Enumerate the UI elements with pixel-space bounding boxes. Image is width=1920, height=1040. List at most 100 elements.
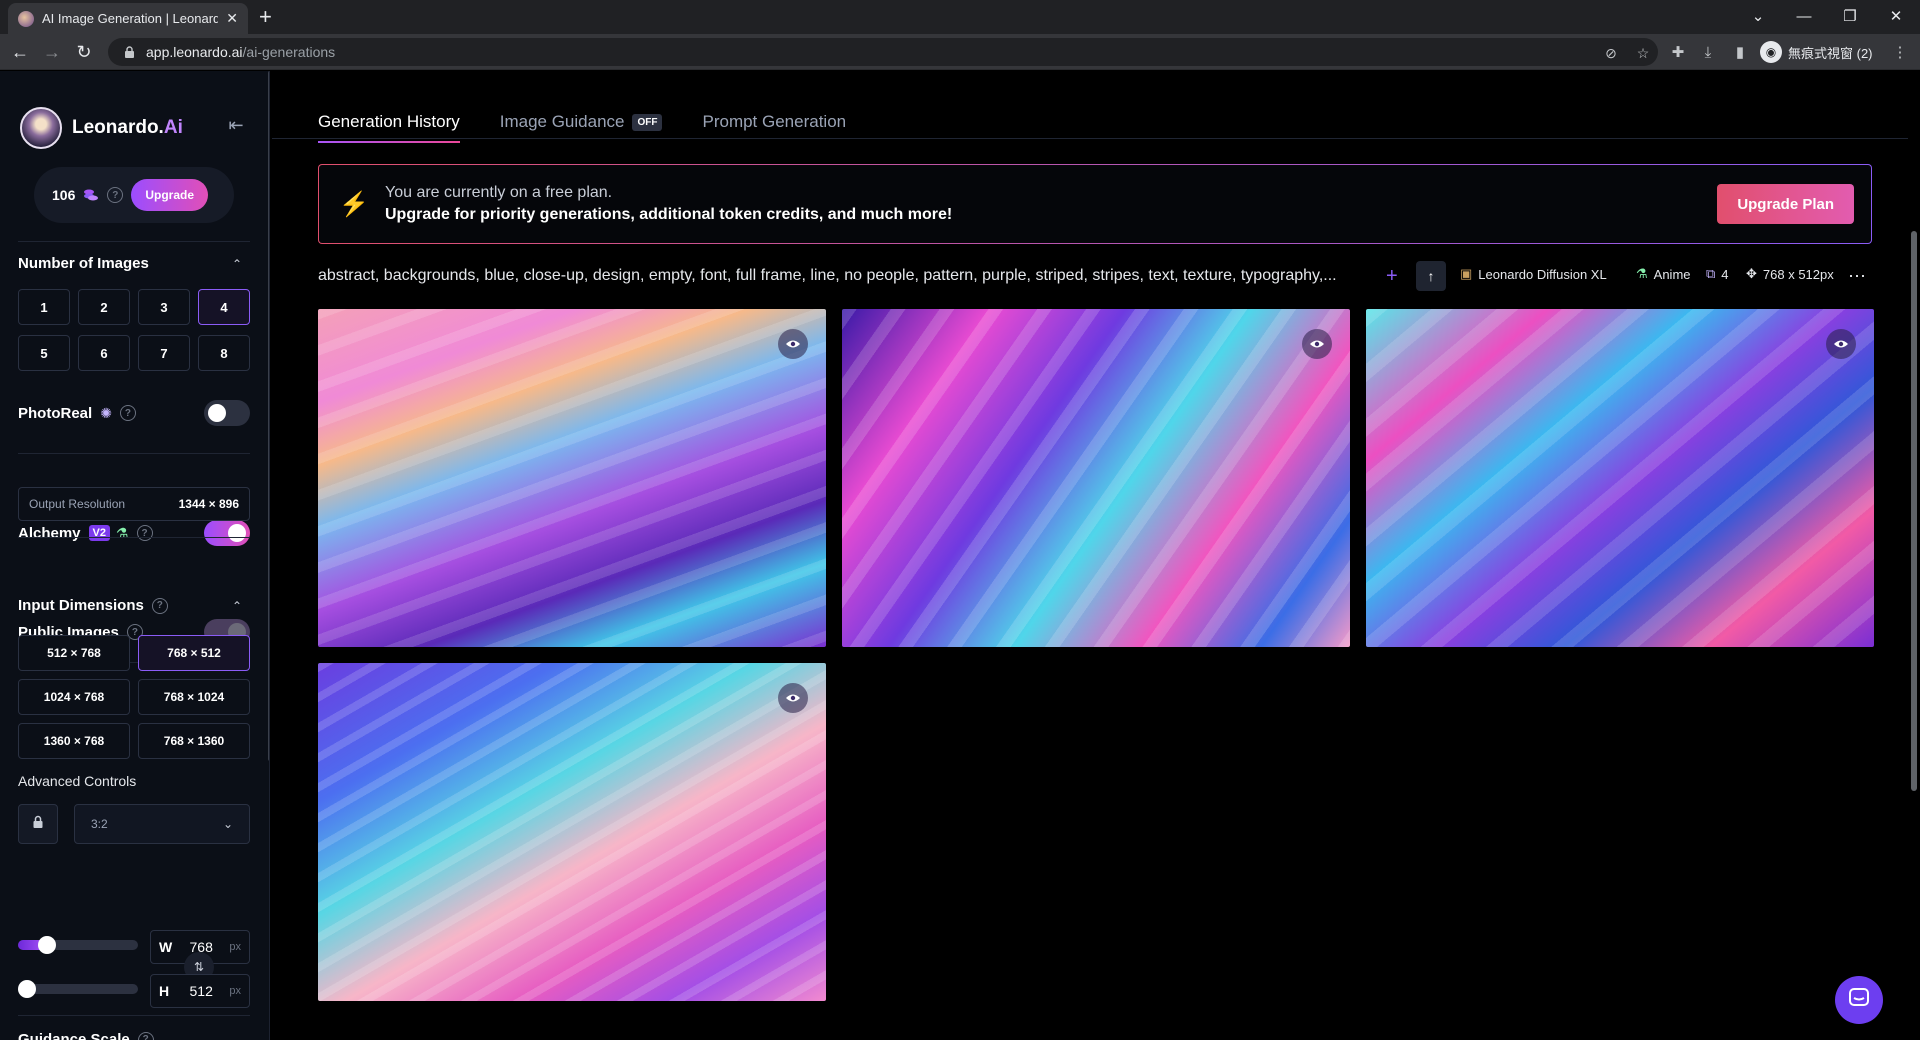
height-slider[interactable] (18, 980, 138, 998)
help-icon[interactable]: ? (136, 525, 153, 541)
tab-generation-history[interactable]: Generation History (318, 107, 460, 143)
dimension-option[interactable]: 768 × 1360 (138, 723, 250, 759)
reuse-prompt-icon[interactable]: ↑ (1416, 261, 1446, 291)
output-resolution-value: 1344 × 896 (178, 497, 239, 511)
tab-image-guidance[interactable]: Image Guidance OFF (500, 107, 663, 137)
url-path: /ai-generations (242, 44, 336, 60)
chevron-down-icon: ⌄ (222, 817, 233, 831)
close-window-icon[interactable]: ✕ (1884, 4, 1908, 28)
tab-prompt-generation[interactable]: Prompt Generation (702, 107, 846, 137)
side-panel-icon[interactable]: ▮ (1728, 40, 1752, 64)
num-images-option[interactable]: 6 (78, 335, 130, 371)
browser-toolbar: ← → ↻ app.leonardo.ai/ai-generations ⊘ ☆… (0, 34, 1920, 70)
dimension-option[interactable]: 768 × 1024 (138, 679, 250, 715)
generation-prompt-row: abstract, backgrounds, blue, close-up, d… (318, 259, 1872, 293)
tab-title: AI Image Generation | Leonardo (42, 11, 219, 26)
extensions-icon[interactable]: ✚ (1666, 40, 1690, 64)
height-field[interactable]: H 512 px (150, 974, 250, 1008)
browser-tab[interactable]: AI Image Generation | Leonardo ✕ (8, 3, 248, 34)
alchemy-toggle[interactable] (204, 520, 250, 546)
num-images-option[interactable]: 1 (18, 289, 70, 325)
eye-icon[interactable] (1826, 329, 1856, 359)
width-label: W (159, 939, 173, 955)
num-images-option[interactable]: 3 (138, 289, 190, 325)
chevron-up-icon[interactable]: ⌃ (232, 257, 242, 271)
help-icon[interactable]: ? (119, 405, 136, 421)
close-tab-icon[interactable]: ✕ (226, 10, 238, 27)
num-images-option[interactable]: 7 (138, 335, 190, 371)
aspect-lock-button[interactable] (18, 804, 58, 844)
advanced-controls-title: Advanced Controls (18, 773, 137, 789)
width-slider-thumb[interactable] (38, 936, 56, 954)
dimension-option[interactable]: 1360 × 768 (18, 723, 130, 759)
page-scrollbar[interactable] (1908, 71, 1920, 1040)
tabs-divider (272, 138, 1912, 139)
style-meta: ⚗ Anime (1636, 266, 1691, 282)
banner-line-1: You are currently on a free plan. (385, 184, 613, 201)
divider (18, 537, 250, 538)
main-content: Generation History Image Guidance OFF Pro… (272, 71, 1912, 1040)
photoreal-sparkle-icon: ✺ (100, 404, 112, 421)
generated-image-2[interactable] (842, 309, 1350, 647)
image-size: 768 x 512px (1762, 266, 1834, 282)
forward-icon[interactable]: → (40, 40, 64, 64)
app: Leonardo.Ai ⇤ 106 ? Upgrade Number of Im… (0, 71, 1920, 1040)
chevron-up-icon[interactable]: ⌃ (232, 599, 242, 613)
number-of-images-title: Number of Images (18, 255, 149, 272)
back-icon[interactable]: ← (8, 40, 32, 64)
image-guidance-status-badge: OFF (632, 113, 663, 131)
generated-image-3[interactable] (1366, 309, 1874, 647)
download-icon[interactable]: ⤓ (1696, 40, 1720, 64)
profile-button[interactable]: ◉ 無痕式視窗 (2) (1760, 39, 1873, 65)
number-of-images-grid: 1 2 3 4 5 6 7 8 (18, 289, 250, 371)
move-dimensions-icon: ✥ (1746, 266, 1757, 281)
count-meta: ⧉ 4 (1706, 266, 1729, 282)
help-icon[interactable]: ? (107, 187, 124, 203)
num-images-option[interactable]: 8 (198, 335, 250, 371)
add-prompt-icon[interactable]: + (1386, 265, 1398, 288)
num-images-option-selected[interactable]: 4 (198, 289, 250, 325)
collapse-sidebar-icon[interactable]: ⇤ (224, 113, 248, 137)
restore-icon[interactable]: ❐ (1838, 4, 1862, 28)
divider (18, 241, 250, 242)
eye-icon[interactable] (1302, 329, 1332, 359)
reload-icon[interactable]: ↻ (72, 40, 96, 64)
height-slider-thumb[interactable] (18, 980, 36, 998)
num-images-option[interactable]: 2 (78, 289, 130, 325)
images-icon: ⧉ (1706, 266, 1716, 281)
more-options-icon[interactable]: ⋯ (1848, 266, 1866, 287)
sidebar-scrollbar[interactable] (268, 71, 269, 761)
prompt-text[interactable]: abstract, backgrounds, blue, close-up, d… (318, 267, 1348, 285)
incognito-eye-off-icon[interactable]: ⊘ (1602, 44, 1620, 62)
upgrade-plan-button[interactable]: Upgrade Plan (1717, 184, 1854, 224)
dimension-option[interactable]: 1024 × 768 (18, 679, 130, 715)
model-thumbnail-icon: ▣ (1460, 266, 1473, 281)
new-tab-icon[interactable]: + (259, 5, 272, 29)
height-value[interactable]: 512 (181, 983, 221, 999)
width-slider[interactable] (18, 936, 138, 954)
brand[interactable]: Leonardo.Ai (20, 107, 183, 149)
divider (18, 1015, 250, 1016)
help-icon[interactable]: ? (151, 597, 168, 614)
style-name: Anime (1653, 266, 1691, 282)
dimension-option[interactable]: 512 × 768 (18, 635, 130, 671)
eye-icon[interactable] (778, 683, 808, 713)
minimize-icon[interactable]: — (1792, 4, 1816, 28)
generated-image-1[interactable] (318, 309, 826, 647)
photoreal-toggle[interactable] (204, 400, 250, 426)
upgrade-button[interactable]: Upgrade (131, 179, 209, 211)
browser-menu-icon[interactable]: ⋮ (1888, 40, 1912, 64)
eye-icon[interactable] (778, 329, 808, 359)
support-chat-button[interactable] (1835, 976, 1883, 1024)
num-images-option[interactable]: 5 (18, 335, 70, 371)
chat-icon (1848, 987, 1870, 1014)
help-icon[interactable]: ? (137, 1031, 154, 1040)
favicon-icon (18, 10, 34, 27)
bookmark-star-icon[interactable]: ☆ (1634, 44, 1652, 62)
address-bar[interactable]: app.leonardo.ai/ai-generations ⊘ ☆ (108, 38, 1658, 66)
generated-image-4[interactable] (318, 663, 826, 1001)
dimension-option-selected[interactable]: 768 × 512 (138, 635, 250, 671)
aspect-ratio-select[interactable]: 3:2 ⌄ (74, 804, 250, 844)
tab-search-icon[interactable]: ⌄ (1746, 4, 1770, 28)
main-tabs: Generation History Image Guidance OFF Pro… (318, 107, 846, 143)
